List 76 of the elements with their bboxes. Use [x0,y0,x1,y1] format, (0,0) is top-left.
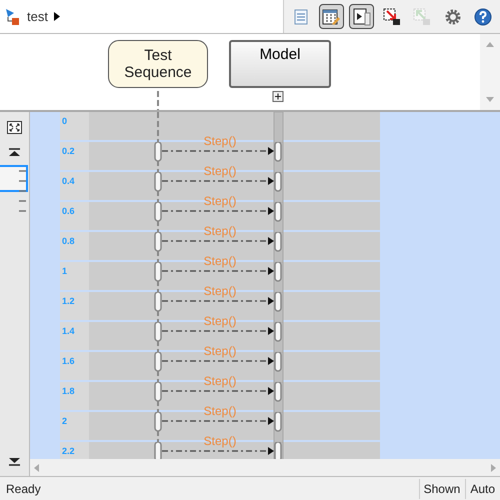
table-edit-icon [322,8,340,26]
message-arrow[interactable] [162,357,274,365]
message-arrow[interactable] [162,267,274,275]
time-label: 1.4 [62,326,75,336]
gear-icon [444,8,461,24]
activation-bar [274,382,282,402]
time-label: 1.6 [62,356,75,366]
activation-bar [154,202,162,222]
activation-bar [154,142,162,162]
message-label[interactable]: Step() [200,284,240,298]
activation-bar [274,172,282,192]
lifeline-line [157,91,159,110]
scroll-bottom-icon[interactable] [9,458,20,466]
message-arrow[interactable] [162,177,274,185]
activation-bar [274,412,282,432]
lifeline-header[interactable]: Model [229,40,331,88]
breadcrumb-link[interactable]: test [27,9,48,24]
time-label: 2 [62,416,68,426]
time-label: 0.8 [62,236,75,246]
help-icon [474,8,492,26]
activation-bar [274,142,282,162]
message-arrow[interactable] [162,147,274,155]
message-arrow[interactable] [162,207,274,215]
message-label[interactable]: Step() [200,434,240,448]
message-label[interactable]: Step() [200,404,240,418]
activation-bar [154,382,162,402]
scroll-top-icon[interactable] [9,148,20,156]
status-field: Shown [418,478,466,498]
message-arrow[interactable] [162,417,274,425]
message-label[interactable]: Step() [200,344,240,358]
message-label[interactable]: Step() [200,164,240,178]
time-label: 1.8 [62,386,75,396]
message-arrow[interactable] [162,237,274,245]
activation-bar [154,292,162,312]
message-label[interactable]: Step() [200,194,240,208]
message-label[interactable]: Step() [200,224,240,238]
time-label: 1.2 [62,296,75,306]
time-label: 0.6 [62,206,75,216]
activation-bar [274,322,282,342]
message-arrow[interactable] [162,327,274,335]
lifeline-header[interactable]: Test Sequence [108,40,208,88]
message-label[interactable]: Step() [200,314,240,328]
activation-bar [154,262,162,282]
activation-bar [154,352,162,372]
activation-bar [154,172,162,192]
time-label: 0.4 [62,176,75,186]
play-panel-icon [352,8,371,26]
activation-bar [274,262,282,282]
import-icon [413,8,432,26]
document-icon [294,8,308,24]
export-icon [382,8,401,26]
time-label: 0.2 [62,146,75,156]
activation-bar [154,232,162,252]
model-icon [5,8,21,26]
message-label[interactable]: Step() [200,134,240,148]
activation-bar [154,412,162,432]
activation-bar [274,202,282,222]
message-label[interactable]: Step() [200,254,240,268]
activation-bar [274,292,282,312]
time-label: 2.2 [62,446,75,456]
expand-icon[interactable] [272,91,284,102]
activation-bar [274,352,282,372]
time-label: 1 [62,266,68,276]
time-label: 0 [62,116,68,126]
run-button[interactable] [349,4,374,29]
message-arrow[interactable] [162,447,274,455]
fit-view-icon[interactable] [7,121,22,134]
activation-bar [274,232,282,252]
status-text: Ready [5,482,42,496]
activation-bar [154,322,162,342]
message-arrow[interactable] [162,387,274,395]
edit-button[interactable] [318,4,344,29]
message-label[interactable]: Step() [200,374,240,388]
status-field: Auto [465,478,500,498]
message-arrow[interactable] [162,297,274,305]
caret-icon[interactable] [54,12,60,21]
